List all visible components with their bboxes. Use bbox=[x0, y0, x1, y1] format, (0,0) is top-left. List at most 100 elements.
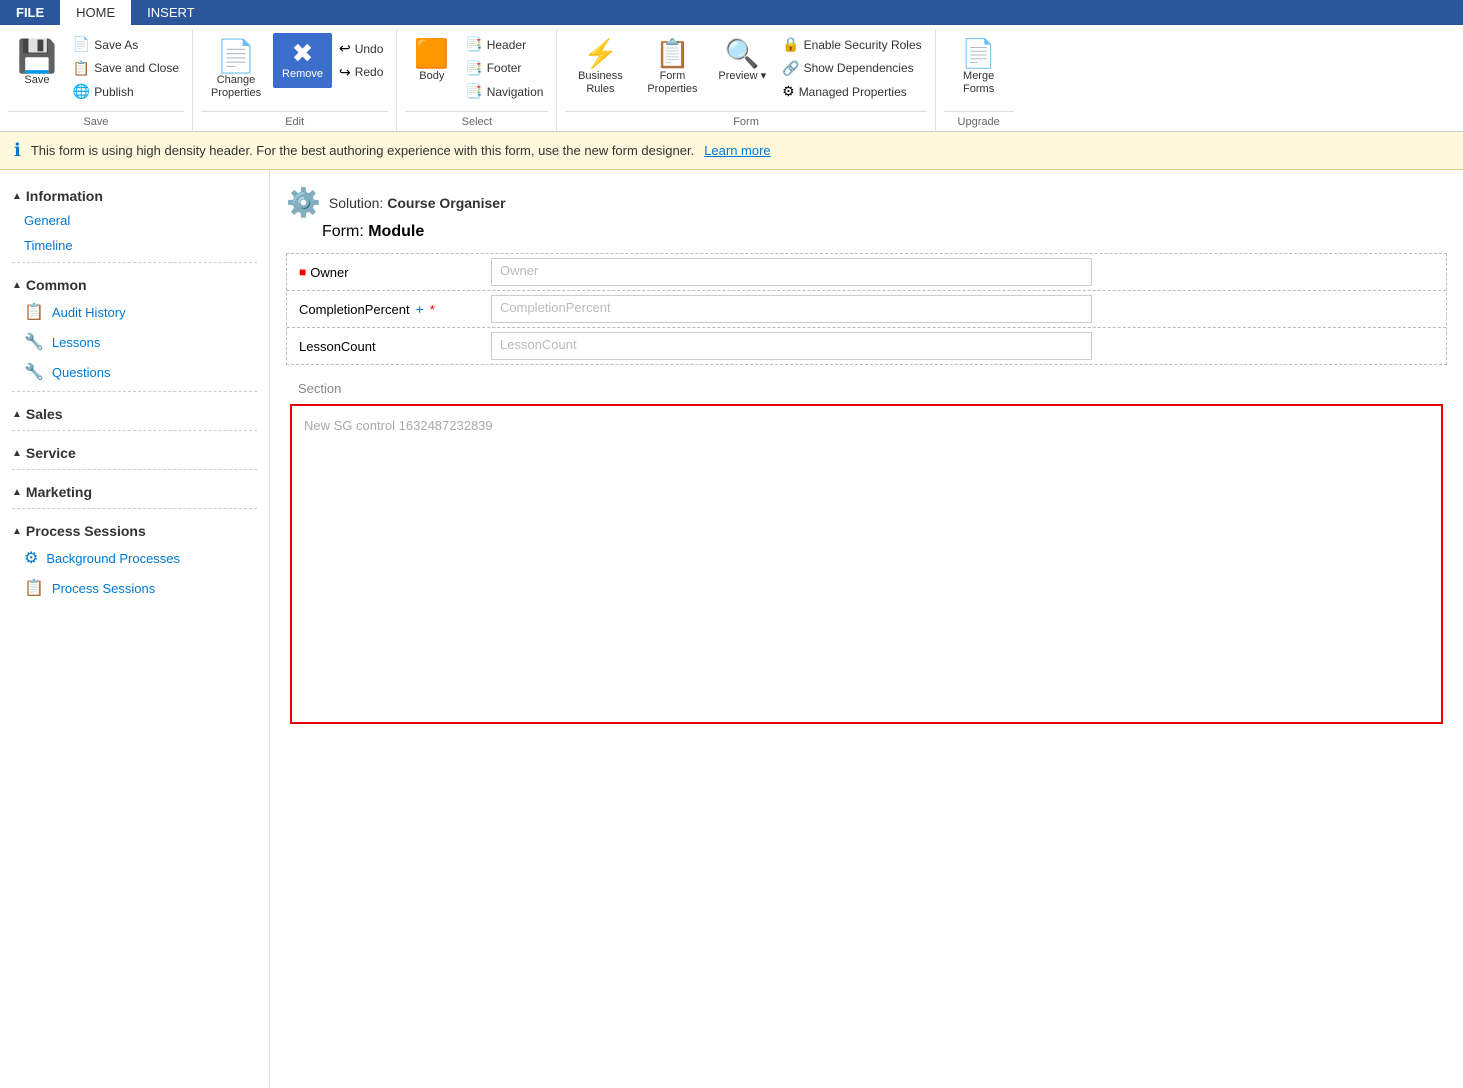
change-properties-button[interactable]: 📄 Change Properties bbox=[201, 33, 271, 107]
sidebar-item-lessons[interactable]: 🔧 Lessons bbox=[0, 327, 269, 357]
save-close-button[interactable]: 📋 Save and Close bbox=[68, 56, 184, 78]
owner-label: ■ Owner bbox=[287, 259, 487, 286]
learn-more-link[interactable]: Learn more bbox=[704, 143, 770, 158]
save-button[interactable]: 💾 Save bbox=[8, 33, 66, 94]
enable-security-label: Enable Security Roles bbox=[804, 38, 922, 52]
show-deps-icon: 🔗 bbox=[782, 61, 799, 75]
managed-props-button[interactable]: ⚙ Managed Properties bbox=[777, 80, 927, 102]
form-name-value: Module bbox=[368, 223, 424, 240]
main-layout: Information General Timeline Common 📋 Au… bbox=[0, 170, 1463, 1088]
sidebar-item-bg-processes[interactable]: ⚙ Background Processes bbox=[0, 543, 269, 573]
undo-label: Undo bbox=[355, 42, 384, 56]
form-properties-button[interactable]: 📋 Form Properties bbox=[637, 33, 707, 103]
sidebar-section-sales[interactable]: Sales bbox=[0, 396, 269, 426]
ribbon-group-select: 🟧 Body 📑 Header 📑 Footer 📑 Navigation bbox=[397, 29, 557, 131]
audit-history-icon: 📋 bbox=[24, 302, 44, 322]
body-icon: 🟧 bbox=[414, 40, 449, 68]
ribbon-group-upgrade: 📄 Merge Forms Upgrade bbox=[936, 29, 1022, 131]
enable-security-button[interactable]: 🔒 Enable Security Roles bbox=[777, 33, 927, 55]
completion-plus-icon: + bbox=[416, 301, 424, 317]
upgrade-group-label: Upgrade bbox=[944, 111, 1014, 131]
show-deps-button[interactable]: 🔗 Show Dependencies bbox=[777, 56, 927, 78]
redo-button[interactable]: ↪ Redo bbox=[334, 60, 388, 82]
business-rules-button[interactable]: ⚡ Business Rules bbox=[565, 33, 635, 103]
ribbon-tab-bar: FILE HOME INSERT bbox=[0, 0, 1463, 25]
sg-control-box[interactable]: New SG control 1632487232839 bbox=[290, 404, 1443, 724]
sidebar-item-timeline[interactable]: Timeline bbox=[0, 233, 269, 258]
tab-insert[interactable]: INSERT bbox=[131, 0, 210, 25]
save-as-button[interactable]: 📄 Save As bbox=[68, 33, 184, 55]
divider-3 bbox=[12, 430, 257, 431]
form-props-icon: 📋 bbox=[655, 40, 690, 68]
footer-button[interactable]: 📑 Footer bbox=[460, 56, 548, 78]
sidebar-item-audit-history[interactable]: 📋 Audit History bbox=[0, 297, 269, 327]
owner-input[interactable]: Owner bbox=[491, 258, 1092, 286]
sidebar-section-common[interactable]: Common bbox=[0, 267, 269, 297]
solution-label: Solution: Course Organiser bbox=[329, 195, 506, 211]
info-bar: ℹ This form is using high density header… bbox=[0, 132, 1463, 170]
form-group-content: ⚡ Business Rules 📋 Form Properties 🔍 Pre… bbox=[565, 33, 926, 107]
redo-label: Redo bbox=[355, 65, 384, 79]
questions-icon: 🔧 bbox=[24, 362, 44, 382]
change-props-icon: 📄 bbox=[216, 40, 256, 72]
sidebar-section-marketing[interactable]: Marketing bbox=[0, 474, 269, 504]
form-solution: ⚙️ Solution: Course Organiser bbox=[286, 186, 1447, 219]
completion-percent-input[interactable]: CompletionPercent bbox=[491, 295, 1092, 323]
merge-forms-label: Merge Forms bbox=[953, 70, 1005, 96]
owner-required-icon: ■ bbox=[299, 265, 306, 279]
merge-forms-icon: 📄 bbox=[961, 40, 996, 68]
header-icon: 📑 bbox=[465, 37, 482, 51]
footer-icon: 📑 bbox=[465, 61, 482, 75]
save-group-content: 💾 Save 📄 Save As 📋 Save and Close 🌐 Publ… bbox=[8, 33, 184, 107]
bg-processes-icon: ⚙ bbox=[24, 548, 38, 568]
preview-icon: 🔍 bbox=[725, 40, 760, 68]
save-col: 📄 Save As 📋 Save and Close 🌐 Publish bbox=[68, 33, 184, 102]
remove-button[interactable]: ✖ Remove bbox=[273, 33, 332, 88]
footer-label: Footer bbox=[487, 61, 522, 75]
edit-right-col: ✖ Remove bbox=[273, 33, 332, 88]
body-label: Body bbox=[419, 70, 444, 83]
save-close-icon: 📋 bbox=[73, 61, 90, 75]
form-gear-icon: ⚙️ bbox=[286, 186, 321, 219]
ribbon-group-save: 💾 Save 📄 Save As 📋 Save and Close 🌐 Publ… bbox=[0, 29, 193, 131]
divider-4 bbox=[12, 469, 257, 470]
form-label-text: Form: Module bbox=[322, 223, 424, 240]
sg-control-text: New SG control 1632487232839 bbox=[304, 418, 493, 433]
navigation-button[interactable]: 📑 Navigation bbox=[460, 80, 548, 102]
sidebar-section-process-sessions[interactable]: Process Sessions bbox=[0, 513, 269, 543]
remove-icon: ✖ bbox=[292, 40, 314, 66]
save-as-label: Save As bbox=[94, 38, 138, 52]
save-as-icon: 📄 bbox=[73, 37, 90, 51]
merge-forms-button[interactable]: 📄 Merge Forms bbox=[944, 33, 1014, 103]
show-deps-label: Show Dependencies bbox=[804, 61, 914, 75]
save-close-label: Save and Close bbox=[94, 61, 179, 75]
undo-button[interactable]: ↩ Undo bbox=[334, 37, 388, 59]
publish-button[interactable]: 🌐 Publish bbox=[68, 80, 184, 102]
lesson-count-input[interactable]: LessonCount bbox=[491, 332, 1092, 360]
preview-button[interactable]: 🔍 Preview ▾ bbox=[709, 33, 775, 90]
sidebar-section-information[interactable]: Information bbox=[0, 178, 269, 208]
sidebar-item-general[interactable]: General bbox=[0, 208, 269, 233]
undo-redo-col: ↩ Undo ↪ Redo bbox=[334, 33, 388, 83]
form-section-fields: ■ Owner Owner CompletionPercent + * Comp… bbox=[286, 253, 1447, 365]
divider-1 bbox=[12, 262, 257, 263]
enable-security-icon: 🔒 bbox=[782, 37, 799, 51]
ribbon: FILE HOME INSERT 💾 Save 📄 Save As 📋 S bbox=[0, 0, 1463, 132]
tab-file[interactable]: FILE bbox=[0, 0, 60, 25]
form-right-col: 🔒 Enable Security Roles 🔗 Show Dependenc… bbox=[777, 33, 927, 102]
form-props-label: Form Properties bbox=[646, 70, 698, 96]
bg-processes-label: Background Processes bbox=[46, 551, 180, 566]
body-button[interactable]: 🟧 Body bbox=[405, 33, 458, 90]
business-rules-label: Business Rules bbox=[574, 70, 626, 96]
divider-5 bbox=[12, 508, 257, 509]
business-rules-icon: ⚡ bbox=[583, 40, 618, 68]
tab-home[interactable]: HOME bbox=[60, 0, 131, 25]
navigation-label: Navigation bbox=[487, 85, 544, 99]
header-button[interactable]: 📑 Header bbox=[460, 33, 548, 55]
sidebar-item-questions[interactable]: 🔧 Questions bbox=[0, 357, 269, 387]
select-group-content: 🟧 Body 📑 Header 📑 Footer 📑 Navigation bbox=[405, 33, 548, 107]
select-group-label: Select bbox=[405, 111, 548, 131]
sidebar-section-service[interactable]: Service bbox=[0, 435, 269, 465]
sidebar-item-process-sessions[interactable]: 📋 Process Sessions bbox=[0, 573, 269, 603]
form-group-label: Form bbox=[565, 111, 926, 131]
